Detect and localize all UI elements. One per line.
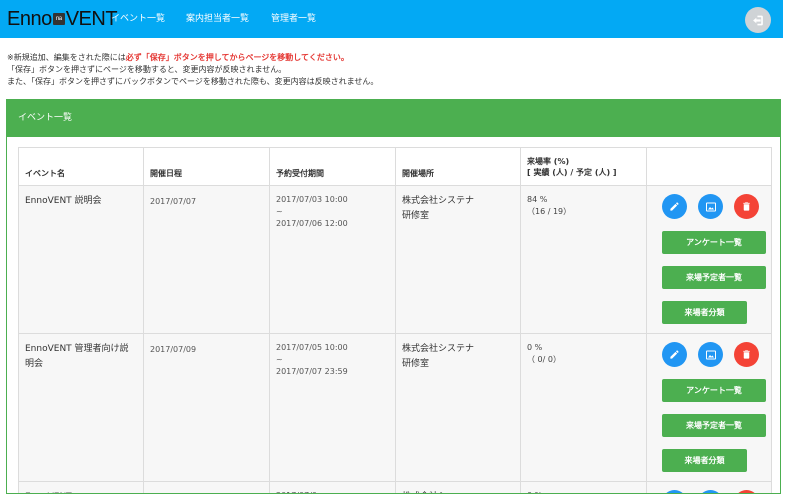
- period-separator: ~: [276, 355, 283, 364]
- table-row: EnnoVENT 説明会 2017/07/07 2017/07/03 10:00…: [18, 185, 772, 334]
- cell-period: 2017/07/0...: [269, 481, 396, 493]
- cell-date: 2017/07/0...: [143, 481, 270, 493]
- cell-event-name: EnnoVENT 説明会: [18, 185, 144, 334]
- row-icon-group: [653, 342, 765, 367]
- header-rate-line-2: [ 実績 (人) / 予定 (人) ]: [527, 168, 617, 177]
- cell-venue: 株式会社システナ 研修室: [395, 333, 521, 482]
- event-list-panel: イベント一覧 イベント名 開催日程 予約受付期間 開催場所 来場率 (%) [ …: [6, 99, 781, 494]
- venue-line-2: 研修室: [402, 211, 430, 221]
- cell-venue: 株式会社シ...: [395, 481, 521, 493]
- cell-actions: [646, 481, 772, 493]
- rate-counts: （ 0/ 0）: [527, 355, 561, 364]
- visitor-classification-button[interactable]: 来場者分類: [662, 449, 747, 472]
- app-logo[interactable]: Enno na VENT: [7, 7, 118, 31]
- survey-list-button[interactable]: アンケート一覧: [662, 379, 766, 402]
- edit-button[interactable]: [662, 194, 687, 219]
- header-event-name: イベント名: [18, 147, 144, 186]
- top-bar: Enno na VENT イベント一覧 案内担当者一覧 管理者一覧: [0, 0, 783, 38]
- table-row: EnnoVENT ... 2017/07/0... 2017/07/0... 株…: [18, 481, 772, 493]
- notice-line-1-warning: 必ず「保存」ボタンを押してからページを移動してください。: [125, 53, 349, 62]
- cell-event-name: EnnoVENT 管理者向け説明会: [18, 333, 144, 482]
- period-start: 2017/07/05 10:00: [276, 343, 348, 352]
- logo-text-right: VENT: [65, 7, 118, 30]
- cell-period: 2017/07/05 10:00 ~ 2017/07/07 23:59: [269, 333, 396, 482]
- table-header-row: イベント名 開催日程 予約受付期間 開催場所 来場率 (%) [ 実績 (人) …: [18, 147, 772, 186]
- image-button[interactable]: [698, 342, 723, 367]
- period-end: 2017/07/06 12:00: [276, 219, 348, 228]
- rate-counts: （16 / 19）: [527, 207, 572, 216]
- logout-button[interactable]: [745, 7, 771, 33]
- cell-date: 2017/07/09: [143, 333, 270, 482]
- cell-date: 2017/07/07: [143, 185, 270, 334]
- venue-line-1: 株式会社システナ: [402, 344, 475, 354]
- period-start: 2017/07/03 10:00: [276, 195, 348, 204]
- header-venue: 開催場所: [395, 147, 521, 186]
- logo-badge: na: [52, 13, 65, 25]
- cell-attendance-rate: 84 % （16 / 19）: [520, 185, 647, 334]
- planned-visitors-button[interactable]: 来場予定者一覧: [662, 414, 766, 437]
- period-separator: ~: [276, 207, 283, 216]
- table-row: EnnoVENT 管理者向け説明会 2017/07/09 2017/07/05 …: [18, 333, 772, 482]
- logout-icon: [752, 15, 763, 25]
- cell-attendance-rate: 0 % （ 0/ 0）: [520, 333, 647, 482]
- venue-line-2: 研修室: [402, 359, 430, 369]
- survey-list-button[interactable]: アンケート一覧: [662, 231, 766, 254]
- notice-line-1: ※新規追加、編集をされた際には必ず「保存」ボタンを押してからページを移動してくだ…: [7, 52, 378, 64]
- edit-button[interactable]: [662, 490, 687, 493]
- nav-admin-list[interactable]: 管理者一覧: [271, 0, 316, 38]
- trash-icon: [743, 350, 750, 359]
- image-icon: [705, 350, 716, 359]
- header-date: 開催日程: [143, 147, 270, 186]
- delete-button[interactable]: [734, 490, 759, 493]
- header-rate-line-1: 来場率 (%): [527, 157, 570, 166]
- visitor-classification-button[interactable]: 来場者分類: [662, 301, 747, 324]
- notice-line-3: また、「保存」ボタンを押さずにバックボタンでページを移動された際も、変更内容は反…: [7, 77, 379, 86]
- pencil-icon: [670, 202, 679, 211]
- header-attendance-rate: 来場率 (%) [ 実績 (人) / 予定 (人) ]: [520, 147, 647, 186]
- planned-visitors-button[interactable]: 来場予定者一覧: [662, 266, 766, 289]
- cell-period: 2017/07/03 10:00 ~ 2017/07/06 12:00: [269, 185, 396, 334]
- pencil-icon: [670, 350, 679, 359]
- delete-button[interactable]: [734, 342, 759, 367]
- image-button[interactable]: [698, 194, 723, 219]
- row-icon-group: [653, 490, 765, 493]
- save-notice: ※新規追加、編集をされた際には必ず「保存」ボタンを押してからページを移動してくだ…: [7, 52, 378, 88]
- cell-actions: アンケート一覧 来場予定者一覧 来場者分類: [646, 333, 772, 482]
- delete-button[interactable]: [734, 194, 759, 219]
- row-icon-group: [653, 194, 765, 219]
- notice-line-1-prefix: ※新規追加、編集をされた際には: [7, 53, 126, 62]
- period-end: 2017/07/07 23:59: [276, 367, 348, 376]
- nav-guide-staff-list[interactable]: 案内担当者一覧: [186, 0, 249, 38]
- rate-percent: 0 %: [527, 343, 543, 352]
- notice-line-2: 「保存」ボタンを押さずにページを移動すると、変更内容が反映されません。: [7, 65, 287, 74]
- logo-text-left: Enno: [7, 7, 52, 30]
- cell-actions: アンケート一覧 来場予定者一覧 来場者分類: [646, 185, 772, 334]
- cell-event-name: EnnoVENT ...: [18, 481, 144, 493]
- nav-event-list[interactable]: イベント一覧: [111, 0, 165, 38]
- image-icon: [705, 202, 716, 211]
- venue-line-1: 株式会社システナ: [402, 196, 475, 206]
- header-actions: [646, 147, 772, 186]
- event-table: イベント名 開催日程 予約受付期間 開催場所 来場率 (%) [ 実績 (人) …: [18, 147, 772, 493]
- cell-venue: 株式会社システナ 研修室: [395, 185, 521, 334]
- edit-button[interactable]: [662, 342, 687, 367]
- rate-percent: 84 %: [527, 195, 548, 204]
- header-reservation-period: 予約受付期間: [269, 147, 396, 186]
- cell-attendance-rate: 0 %: [520, 481, 647, 493]
- image-button[interactable]: [698, 490, 723, 493]
- panel-title: イベント一覧: [7, 100, 780, 137]
- trash-icon: [743, 202, 750, 211]
